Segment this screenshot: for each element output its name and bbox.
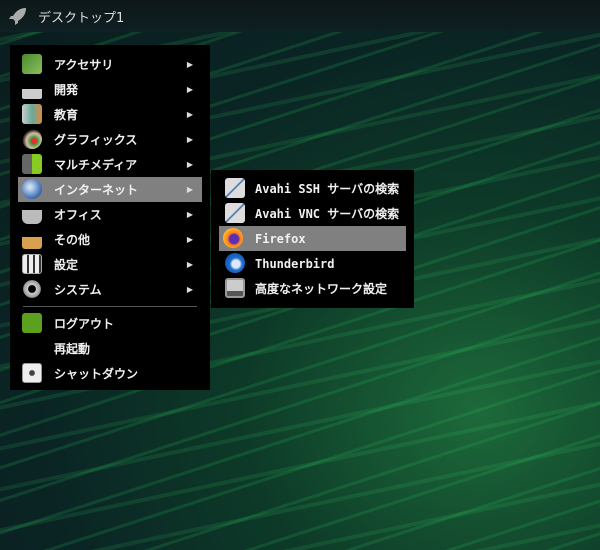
avahi-icon	[225, 203, 245, 223]
submenu-arrow-icon: ▶	[186, 110, 193, 119]
globe-icon	[22, 179, 42, 199]
development-icon	[22, 79, 42, 99]
main-menu: アクセサリ ▶ 開発 ▶ 教育 ▶ グラフィックス ▶ マルチメディア ▶ インターネット…	[10, 45, 210, 390]
settings-icon	[22, 254, 42, 274]
submenu-item-firefox[interactable]: Firefox	[219, 226, 406, 251]
submenu-arrow-icon: ▶	[186, 60, 193, 69]
submenu-item-avahi-vnc[interactable]: Avahi VNC サーバの検索	[211, 201, 414, 226]
firefox-icon	[223, 228, 243, 248]
submenu-arrow-icon: ▶	[186, 235, 193, 244]
menu-item-education[interactable]: 教育 ▶	[10, 102, 210, 127]
graphics-icon	[22, 129, 42, 149]
multimedia-icon	[22, 154, 42, 174]
submenu-item-avahi-ssh[interactable]: Avahi SSH サーバの検索	[211, 176, 414, 201]
menu-item-settings[interactable]: 設定 ▶	[10, 252, 210, 277]
submenu-arrow-icon: ▶	[186, 285, 193, 294]
submenu-arrow-icon: ▶	[186, 260, 193, 269]
menu-item-reboot[interactable]: 再起動	[10, 336, 210, 361]
submenu-arrow-icon: ▶	[186, 135, 193, 144]
education-icon	[22, 104, 42, 124]
submenu-item-thunderbird[interactable]: Thunderbird	[211, 251, 414, 276]
internet-submenu: Avahi SSH サーバの検索 Avahi VNC サーバの検索 Firefo…	[211, 170, 414, 308]
submenu-arrow-icon: ▶	[186, 210, 193, 219]
menu-item-system[interactable]: システム ▶	[10, 277, 210, 302]
menu-item-other[interactable]: その他 ▶	[10, 227, 210, 252]
menu-item-multimedia[interactable]: マルチメディア ▶	[10, 152, 210, 177]
top-panel: デスクトップ1	[0, 0, 600, 32]
submenu-arrow-icon: ▶	[186, 85, 193, 94]
gear-icon	[22, 279, 42, 299]
other-icon	[22, 229, 42, 249]
office-icon	[22, 204, 42, 224]
menu-separator	[23, 306, 197, 307]
avahi-icon	[225, 178, 245, 198]
submenu-arrow-icon: ▶	[186, 160, 193, 169]
menu-item-development[interactable]: 開発 ▶	[10, 77, 210, 102]
submenu-arrow-icon: ▶	[186, 185, 193, 194]
menu-item-logout[interactable]: ログアウト	[10, 311, 210, 336]
thunderbird-icon	[225, 253, 245, 273]
logout-icon	[22, 313, 42, 333]
menu-item-graphics[interactable]: グラフィックス ▶	[10, 127, 210, 152]
menu-item-office[interactable]: オフィス ▶	[10, 202, 210, 227]
desktop-title: デスクトップ1	[38, 10, 125, 26]
submenu-item-network-settings[interactable]: 高度なネットワーク設定	[211, 276, 414, 301]
menu-item-accessories[interactable]: アクセサリ ▶	[10, 52, 210, 77]
menu-item-internet[interactable]: インターネット ▶	[18, 177, 202, 202]
menu-item-shutdown[interactable]: シャットダウン	[10, 361, 210, 386]
network-icon	[225, 278, 245, 298]
shutdown-icon	[22, 363, 42, 383]
rocket-icon[interactable]	[8, 6, 28, 26]
accessories-icon	[22, 54, 42, 74]
